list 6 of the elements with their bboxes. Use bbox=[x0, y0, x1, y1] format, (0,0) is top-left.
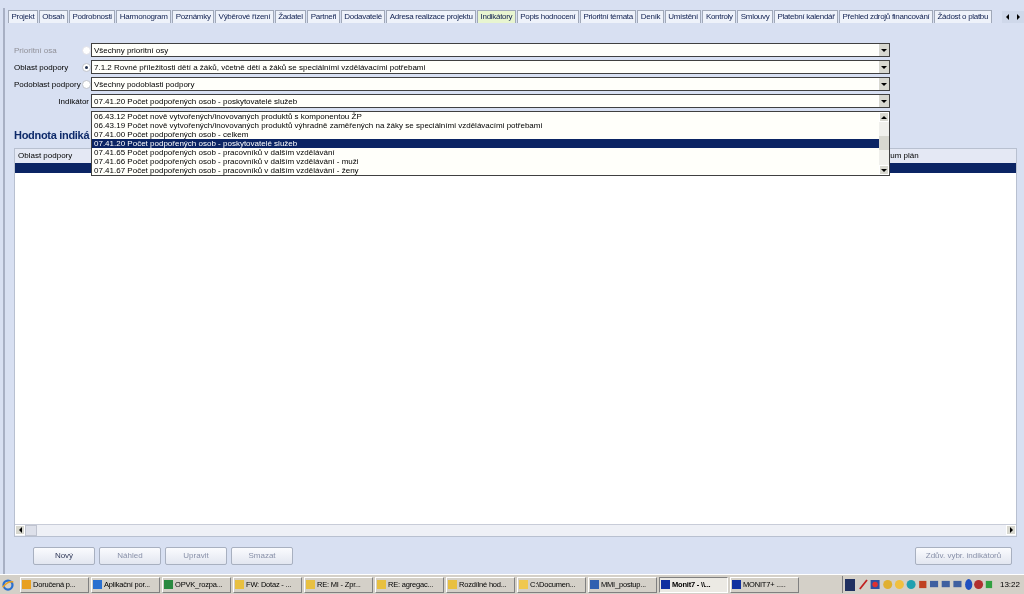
field-label: Oblast podpory bbox=[14, 62, 69, 72]
section-heading: Hodnota indiká bbox=[14, 129, 90, 143]
clock: 13:22 bbox=[999, 580, 1020, 589]
field-label: Indikátor bbox=[58, 96, 89, 106]
field-label: Podoblast podpory bbox=[14, 79, 81, 89]
field-label: Prioritní osa bbox=[14, 45, 57, 55]
